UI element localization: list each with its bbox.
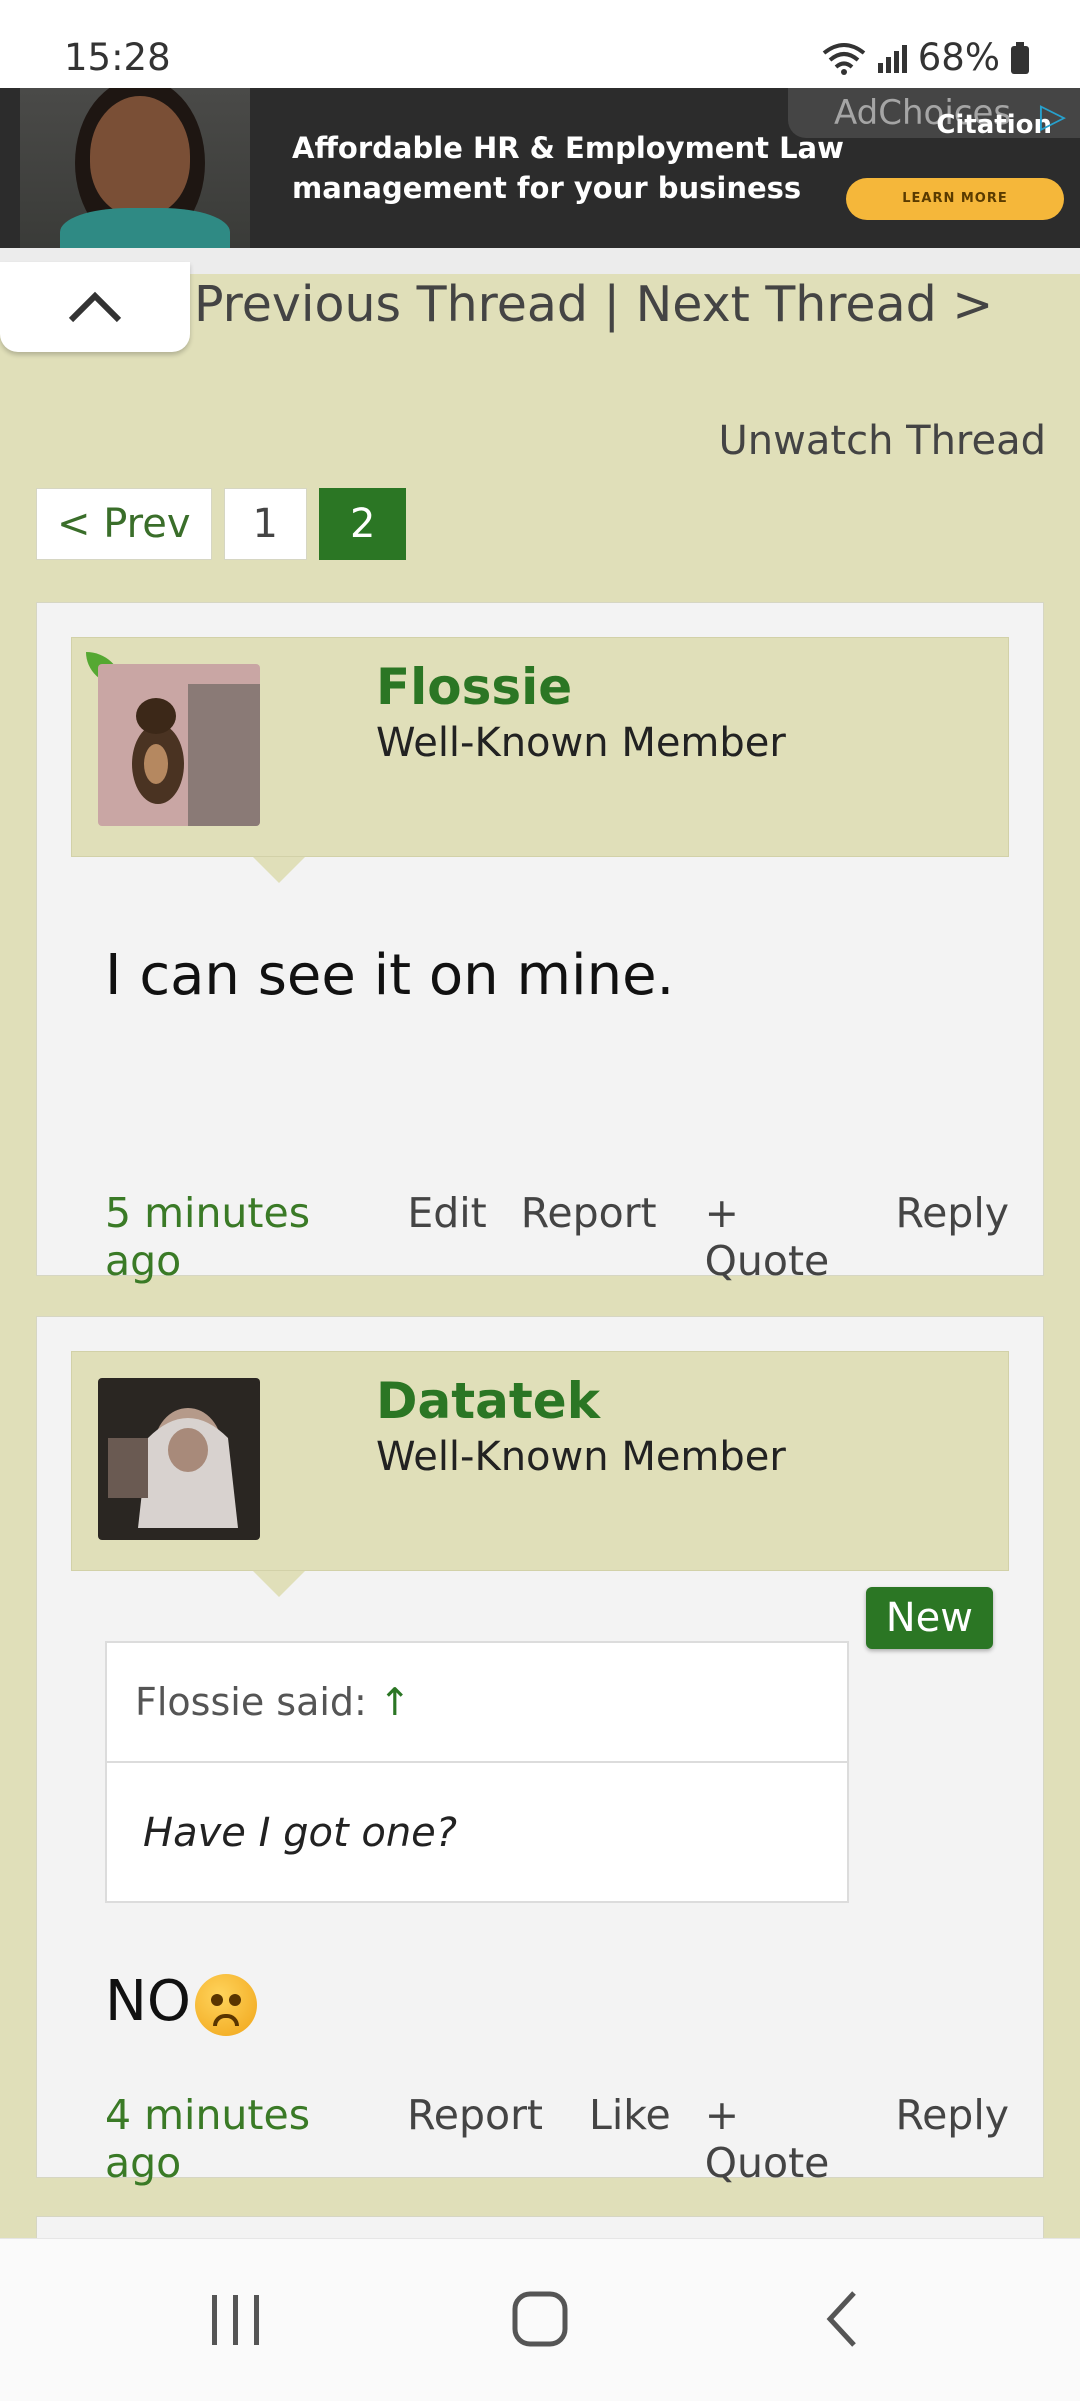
back-icon[interactable] (822, 2289, 862, 2349)
status-icons: 68% (822, 36, 1030, 79)
page-1-button[interactable]: 1 (223, 488, 307, 560)
quote-link[interactable]: + Quote (705, 2091, 862, 2187)
username[interactable]: Datatek (376, 1372, 600, 1430)
user-info: Datatek Well-Known Member (71, 1351, 1009, 1571)
quote-text: Have I got one? (143, 1810, 458, 1856)
clock: 15:28 (64, 36, 171, 79)
username[interactable]: Flossie (376, 658, 572, 716)
reply-link[interactable]: Reply (895, 2091, 1009, 2187)
status-bar: 15:28 68% (0, 0, 1080, 88)
user-info: Flossie Well-Known Member (71, 637, 1009, 857)
ad-line-1: Affordable HR & Employment Law (292, 131, 844, 165)
like-link[interactable]: Like (589, 2091, 671, 2187)
ad-text: Affordable HR & Employment Law managemen… (292, 128, 844, 208)
user-role: Well-Known Member (376, 720, 786, 766)
thread-navigation[interactable]: Previous Thread | Next Thread > (194, 276, 993, 333)
edit-link[interactable]: Edit (407, 1189, 486, 1285)
reply-link[interactable]: Reply (895, 1189, 1009, 1285)
signal-icon (877, 44, 907, 73)
sad-face-emoji-icon (194, 1973, 257, 2036)
userbar-pointer (253, 857, 305, 883)
battery-icon (1011, 41, 1029, 74)
ad-learn-more-button[interactable]: LEARN MORE (846, 178, 1064, 220)
userbar-pointer (253, 1571, 305, 1597)
chevron-up-icon (68, 291, 122, 323)
post-footer: 5 minutes ago Edit Report + Quote Reply (105, 1189, 1043, 1285)
adchoices-icon[interactable]: ▷ (1040, 96, 1066, 136)
quote-author: Flossie said: (135, 1680, 367, 1724)
post-footer: 4 minutes ago Report Like + Quote Reply (105, 2091, 1043, 2187)
quote-block: Flossie said: ↑ Have I got one? (105, 1641, 849, 1903)
ad-line-2: management for your business (292, 171, 802, 205)
user-role: Well-Known Member (376, 1434, 786, 1480)
prev-page-button[interactable]: < Prev (36, 488, 212, 560)
avatar[interactable] (98, 664, 260, 826)
post-message: I can see it on mine. (105, 943, 675, 1008)
jump-to-quote-icon[interactable]: ↑ (379, 1680, 411, 1724)
post-message: NO (105, 1969, 191, 2034)
battery-percent: 68% (917, 36, 1000, 79)
post-time-link[interactable]: 5 minutes ago (105, 1189, 373, 1285)
quote-header: Flossie said: ↑ (107, 1643, 847, 1763)
post-flossie: Flossie Well-Known Member I can see it o… (36, 602, 1044, 1285)
post-time-link[interactable]: 4 minutes ago (105, 2091, 373, 2187)
avatar[interactable] (98, 1378, 260, 1540)
ad-brand: Citation (936, 110, 1052, 140)
ad-banner[interactable]: Affordable HR & Employment Law managemen… (0, 88, 1080, 248)
quote-link[interactable]: + Quote (705, 1189, 862, 1285)
unwatch-thread-link[interactable]: Unwatch Thread (719, 418, 1046, 464)
scroll-top-button[interactable] (0, 262, 190, 352)
post-datatek: Datatek Well-Known Member New Flossie sa… (36, 1316, 1044, 2187)
page-2-button[interactable]: 2 (318, 488, 407, 560)
new-badge: New (865, 1587, 993, 1649)
pagination: < Prev 1 2 (36, 488, 407, 560)
report-link[interactable]: Report (521, 1189, 657, 1285)
wifi-icon (822, 42, 865, 75)
post-message-wrap: NO (105, 1969, 257, 2036)
home-icon[interactable] (510, 2289, 570, 2349)
ad-photo (20, 88, 250, 248)
recent-apps-icon[interactable] (206, 2293, 266, 2347)
report-link[interactable]: Report (407, 2091, 543, 2187)
system-navigation-bar (0, 2238, 1080, 2401)
